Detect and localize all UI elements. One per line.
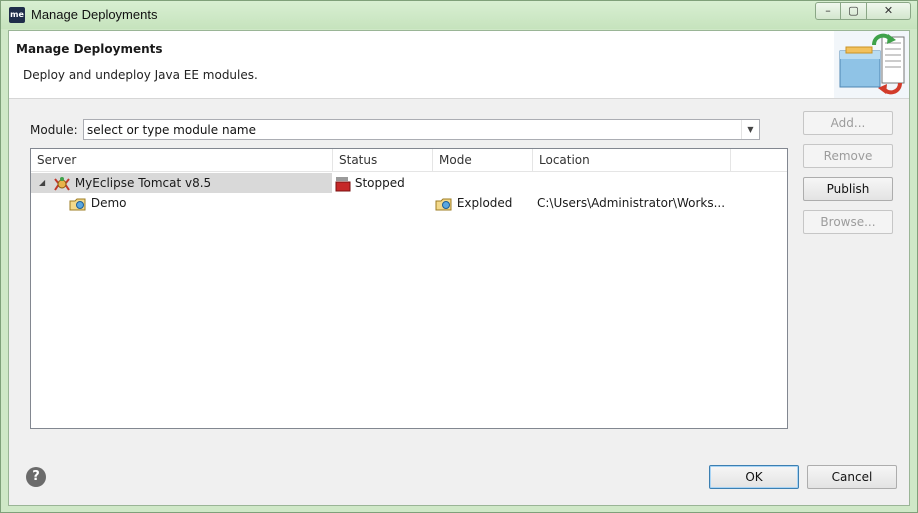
table-header: Server Status Mode Location: [31, 149, 787, 172]
app-icon: me: [9, 7, 25, 23]
exploded-mode-icon: [435, 198, 452, 210]
module-combo[interactable]: ▼: [83, 119, 760, 140]
minimize-button[interactable]: –: [815, 2, 841, 20]
column-header-mode[interactable]: Mode: [433, 149, 533, 172]
module-input[interactable]: [84, 120, 739, 139]
mode-cell: [439, 173, 533, 193]
window-title: Manage Deployments: [31, 7, 158, 22]
mode-cell: Exploded: [435, 193, 533, 213]
mode-text: Exploded: [456, 196, 513, 210]
maximize-icon: ▢: [848, 4, 859, 17]
location-cell: [539, 173, 735, 193]
module-label: Module:: [30, 123, 78, 137]
status-text: Stopped: [354, 176, 405, 190]
publish-button[interactable]: Publish: [803, 177, 893, 201]
banner-title: Manage Deployments: [16, 42, 163, 56]
close-button[interactable]: ✕: [867, 2, 911, 20]
dialog-client-area: Manage Deployments Deploy and undeploy J…: [8, 30, 910, 506]
server-name: MyEclipse Tomcat v8.5: [74, 176, 212, 190]
expander-icon[interactable]: ◢: [39, 173, 45, 193]
server-cell: MyEclipse Tomcat v8.5: [53, 173, 333, 193]
status-cell: Stopped: [335, 173, 433, 193]
minimize-icon: –: [825, 4, 831, 17]
dropdown-arrow-icon[interactable]: ▼: [741, 120, 759, 139]
server-cell: Demo: [69, 193, 333, 213]
tomcat-server-icon: [54, 176, 70, 191]
column-header-location[interactable]: Location: [533, 149, 731, 172]
ok-button[interactable]: OK: [709, 465, 799, 489]
caption-buttons: – ▢ ✕: [815, 2, 911, 20]
dialog-banner: Manage Deployments Deploy and undeploy J…: [9, 31, 909, 99]
module-name: Demo: [90, 196, 127, 210]
column-header-server[interactable]: Server: [31, 149, 333, 172]
maximize-button[interactable]: ▢: [841, 2, 867, 20]
table-row[interactable]: Demo Exploded C:\Users\Administrator\Wor…: [31, 193, 787, 213]
dialog-window: me Manage Deployments – ▢ ✕ Manage Deplo…: [0, 0, 918, 513]
table-row[interactable]: ◢ MyEclipse Tomcat v8.5 Stopped: [31, 173, 787, 193]
location-cell: C:\Users\Administrator\Works...: [537, 196, 726, 210]
close-icon: ✕: [883, 4, 894, 17]
add-button[interactable]: Add...: [803, 111, 893, 135]
help-icon[interactable]: ?: [26, 467, 46, 487]
cancel-button[interactable]: Cancel: [807, 465, 897, 489]
web-project-icon: [69, 198, 86, 210]
deployments-table[interactable]: Server Status Mode Location ◢ MyEclipse …: [30, 148, 788, 429]
remove-button[interactable]: Remove: [803, 144, 893, 168]
banner-description: Deploy and undeploy Java EE modules.: [23, 68, 258, 82]
browse-button[interactable]: Browse...: [803, 210, 893, 234]
stopped-status-icon: [335, 176, 351, 191]
column-header-status[interactable]: Status: [333, 149, 433, 172]
title-bar[interactable]: me Manage Deployments – ▢ ✕: [1, 1, 917, 29]
status-cell: [335, 193, 433, 213]
deploy-banner-icon: [834, 31, 909, 98]
